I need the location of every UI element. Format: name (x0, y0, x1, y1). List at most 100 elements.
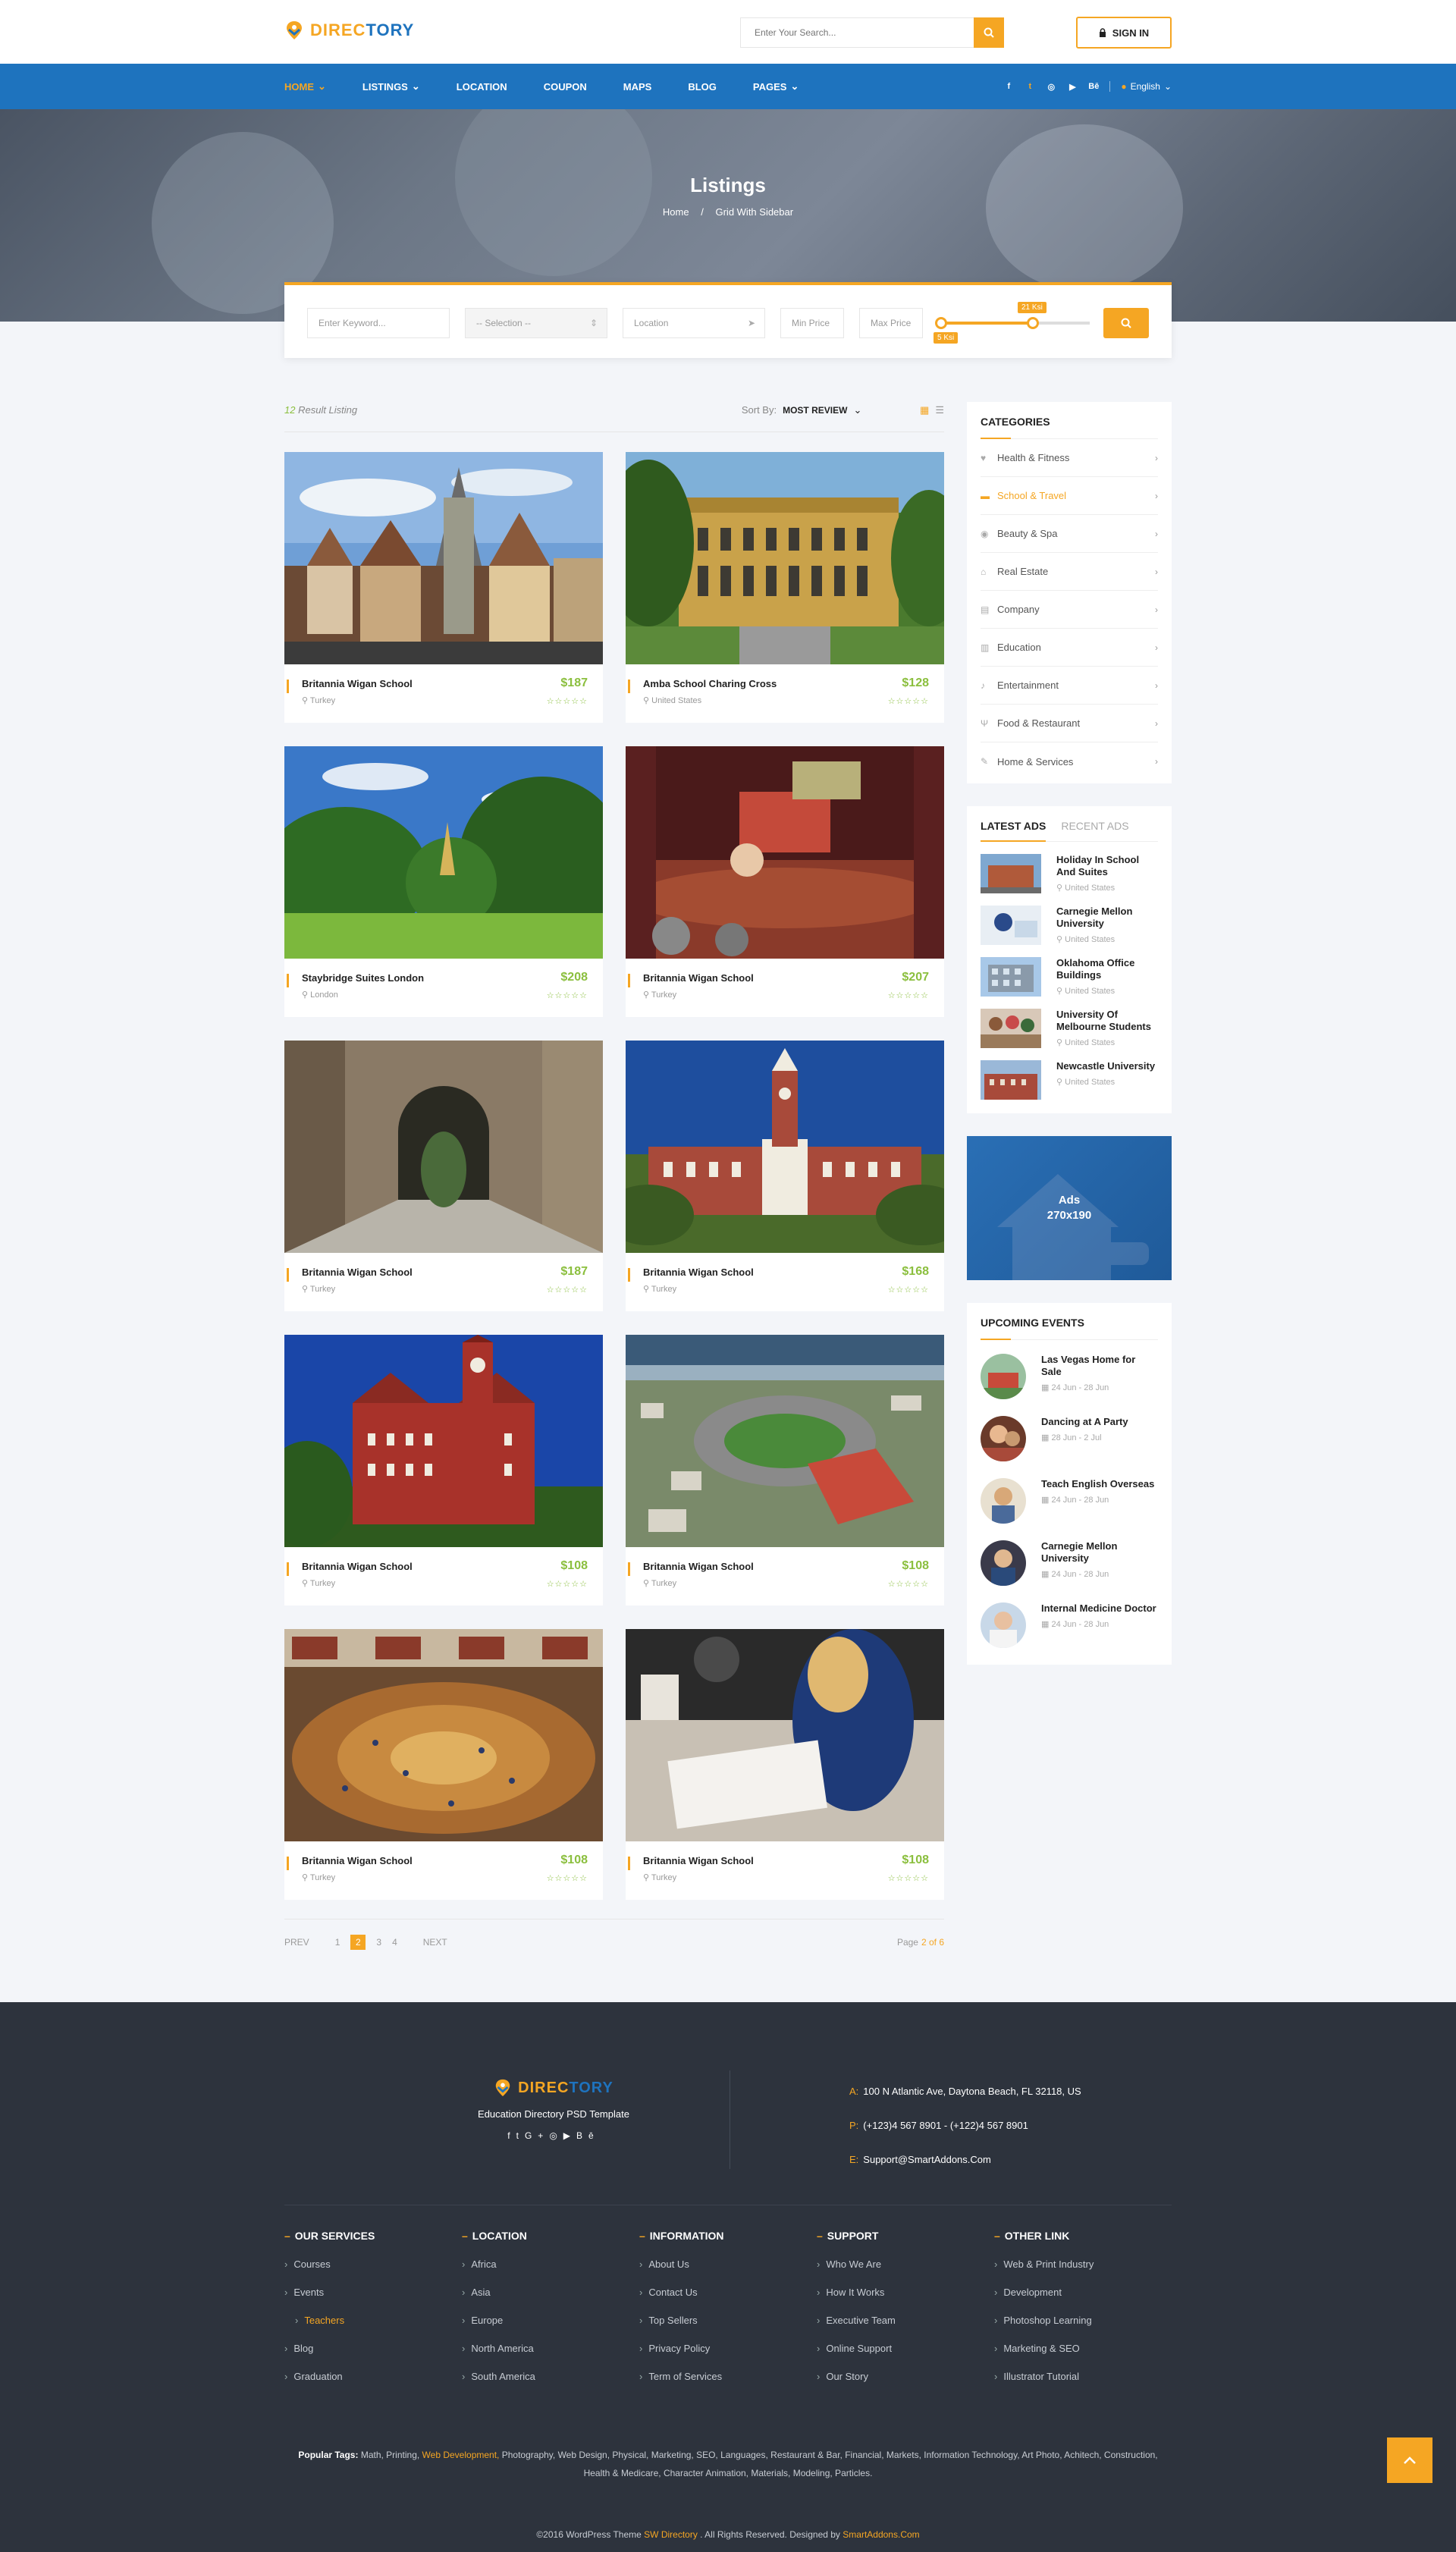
footer-link[interactable]: Illustrator Tutorial (994, 2371, 1172, 2382)
listing-image[interactable] (626, 452, 944, 664)
listing-card[interactable]: Britannia Wigan School ⚲ Turkey $168 ☆☆☆… (626, 1041, 944, 1311)
designer-link[interactable]: SmartAddons.Com (843, 2529, 919, 2540)
event-title[interactable]: Internal Medicine Doctor (1041, 1602, 1156, 1615)
list-view-icon[interactable]: ☰ (935, 404, 944, 416)
listing-image[interactable] (284, 746, 603, 959)
twitter-icon[interactable]: t (1025, 81, 1035, 92)
keyword-field[interactable]: Enter Keyword... (307, 308, 450, 338)
listing-image[interactable] (284, 1335, 603, 1547)
next-page-link[interactable]: NEXT (423, 1937, 447, 1948)
footer-link[interactable]: Executive Team (817, 2315, 994, 2326)
popular-tags-list[interactable]: Math, Printing, (361, 2450, 419, 2460)
min-price-field[interactable]: Min Price (780, 308, 844, 338)
event-title[interactable]: Teach English Overseas (1041, 1478, 1154, 1490)
range-handle-min[interactable] (935, 317, 947, 329)
listing-card[interactable]: Britannia Wigan School ⚲ Turkey $187 ☆☆☆… (284, 452, 603, 723)
listing-title[interactable]: Amba School Charing Cross (643, 678, 929, 689)
listing-title[interactable]: Britannia Wigan School (302, 1561, 588, 1572)
grid-view-icon[interactable]: ▦ (920, 404, 929, 416)
selection-dropdown[interactable]: -- Selection -- ⇕ (465, 308, 607, 338)
event-item[interactable]: Las Vegas Home for Sale ▦ 24 Jun - 28 Jun (981, 1340, 1158, 1405)
listing-card[interactable]: Britannia Wigan School ⚲ Turkey $108 ☆☆☆… (284, 1335, 603, 1606)
event-item[interactable]: Teach English Overseas ▦ 24 Jun - 28 Jun (981, 1467, 1158, 1530)
sort-dropdown[interactable]: MOST REVIEW (783, 405, 847, 416)
category-company[interactable]: ▤ Company › (981, 591, 1158, 629)
email-text[interactable]: Support@SmartAddons.Com (863, 2154, 991, 2165)
copyright-brand-link[interactable]: SW Directory (644, 2529, 698, 2540)
ad-item[interactable]: Newcastle University ⚲ United States (981, 1053, 1158, 1104)
prev-page-link[interactable]: PREV (284, 1937, 309, 1948)
footer-link[interactable]: Who We Are (817, 2259, 994, 2270)
ad-thumbnail[interactable] (981, 957, 1041, 997)
footer-link[interactable]: Asia (462, 2287, 639, 2298)
category-entertainment[interactable]: ♪ Entertainment › (981, 667, 1158, 705)
ad-item[interactable]: University Of Melbourne Students ⚲ United… (981, 1001, 1158, 1053)
behance-icon[interactable]: Bē (576, 2130, 600, 2141)
google-plus-icon[interactable]: G+ (525, 2130, 549, 2141)
ad-item[interactable]: Holiday In School And Suites ⚲ United Sta… (981, 842, 1158, 898)
listing-card[interactable]: Britannia Wigan School ⚲ Turkey $108 ☆☆☆… (626, 1629, 944, 1900)
ad-title[interactable]: Oklahoma Office Buildings (1056, 957, 1158, 981)
event-title[interactable]: Dancing at A Party (1041, 1416, 1128, 1428)
twitter-icon[interactable]: t (516, 2130, 525, 2141)
footer-link[interactable]: Graduation (284, 2371, 462, 2382)
facebook-icon[interactable]: f (507, 2130, 516, 2141)
ad-thumbnail[interactable] (981, 1009, 1041, 1048)
max-price-field[interactable]: Max Price (859, 308, 923, 338)
behance-icon[interactable]: Bē (1088, 81, 1099, 92)
facebook-icon[interactable]: f (1003, 81, 1014, 92)
event-item[interactable]: Internal Medicine Doctor ▦ 24 Jun - 28 Ju… (981, 1592, 1158, 1654)
ad-item[interactable]: Oklahoma Office Buildings ⚲ United States (981, 950, 1158, 1001)
footer-link[interactable]: Web & Print Industry (994, 2259, 1172, 2270)
footer-link[interactable]: Online Support (817, 2343, 994, 2354)
footer-link[interactable]: Events (284, 2287, 462, 2298)
filter-search-button[interactable] (1103, 308, 1149, 338)
search-button[interactable] (974, 17, 1004, 48)
category-school-travel[interactable]: ▬ School & Travel › (981, 477, 1158, 515)
listing-title[interactable]: Britannia Wigan School (643, 972, 929, 984)
footer-link[interactable]: Courses (284, 2259, 462, 2270)
popular-tag-highlighted[interactable]: Web Development, (422, 2450, 500, 2460)
footer-link[interactable]: Term of Services (639, 2371, 817, 2382)
category-food-restaurant[interactable]: Ψ Food & Restaurant › (981, 705, 1158, 742)
footer-link[interactable]: Development (994, 2287, 1172, 2298)
nav-coupon[interactable]: COUPON (544, 81, 587, 93)
ad-title[interactable]: Holiday In School And Suites (1056, 854, 1158, 878)
footer-link[interactable]: Privacy Policy (639, 2343, 817, 2354)
ad-item[interactable]: Carnegie Mellon University ⚲ United State… (981, 898, 1158, 950)
nav-maps[interactable]: MAPS (623, 81, 652, 93)
listing-title[interactable]: Britannia Wigan School (302, 1267, 588, 1278)
footer-link[interactable]: Teachers (284, 2315, 462, 2326)
listing-card[interactable]: Britannia Wigan School ⚲ Turkey $187 ☆☆☆… (284, 1041, 603, 1311)
listing-image[interactable] (284, 1041, 603, 1253)
youtube-icon[interactable]: ▶ (1067, 81, 1078, 92)
ad-title[interactable]: University Of Melbourne Students (1056, 1009, 1158, 1033)
page-link-2-current[interactable]: 2 (350, 1934, 366, 1950)
range-handle-max[interactable] (1027, 317, 1039, 329)
footer-link[interactable]: Our Story (817, 2371, 994, 2382)
ad-banner[interactable]: Ads 270x190 (967, 1136, 1172, 1280)
footer-link[interactable]: Europe (462, 2315, 639, 2326)
site-logo[interactable]: DIREC TORY (284, 20, 414, 41)
tab-latest-ads[interactable]: LATEST ADS (981, 820, 1046, 842)
listing-card[interactable]: Britannia Wigan School ⚲ Turkey $207 ☆☆☆… (626, 746, 944, 1017)
footer-link[interactable]: Marketing & SEO (994, 2343, 1172, 2354)
category-home-services[interactable]: ✎ Home & Services › (981, 742, 1158, 780)
event-title[interactable]: Las Vegas Home for Sale (1041, 1354, 1158, 1378)
listing-card[interactable]: Staybridge Suites London ⚲ London $208 ☆… (284, 746, 603, 1017)
event-item[interactable]: Dancing at A Party ▦ 28 Jun - 2 Jul (981, 1405, 1158, 1467)
listing-image[interactable] (626, 746, 944, 959)
listing-title[interactable]: Britannia Wigan School (643, 1855, 929, 1866)
tab-recent-ads[interactable]: RECENT ADS (1061, 820, 1128, 832)
search-input[interactable] (741, 18, 974, 47)
footer-link[interactable]: South America (462, 2371, 639, 2382)
listing-image[interactable] (626, 1041, 944, 1253)
footer-link[interactable]: Africa (462, 2259, 639, 2270)
footer-link[interactable]: North America (462, 2343, 639, 2354)
nav-listings[interactable]: LISTINGS ⌄ (362, 80, 420, 93)
listing-title[interactable]: Britannia Wigan School (302, 678, 588, 689)
listing-image[interactable] (626, 1335, 944, 1547)
listing-title[interactable]: Britannia Wigan School (643, 1561, 929, 1572)
listing-image[interactable] (284, 452, 603, 664)
footer-logo[interactable]: DIREC TORY (444, 2078, 664, 2098)
